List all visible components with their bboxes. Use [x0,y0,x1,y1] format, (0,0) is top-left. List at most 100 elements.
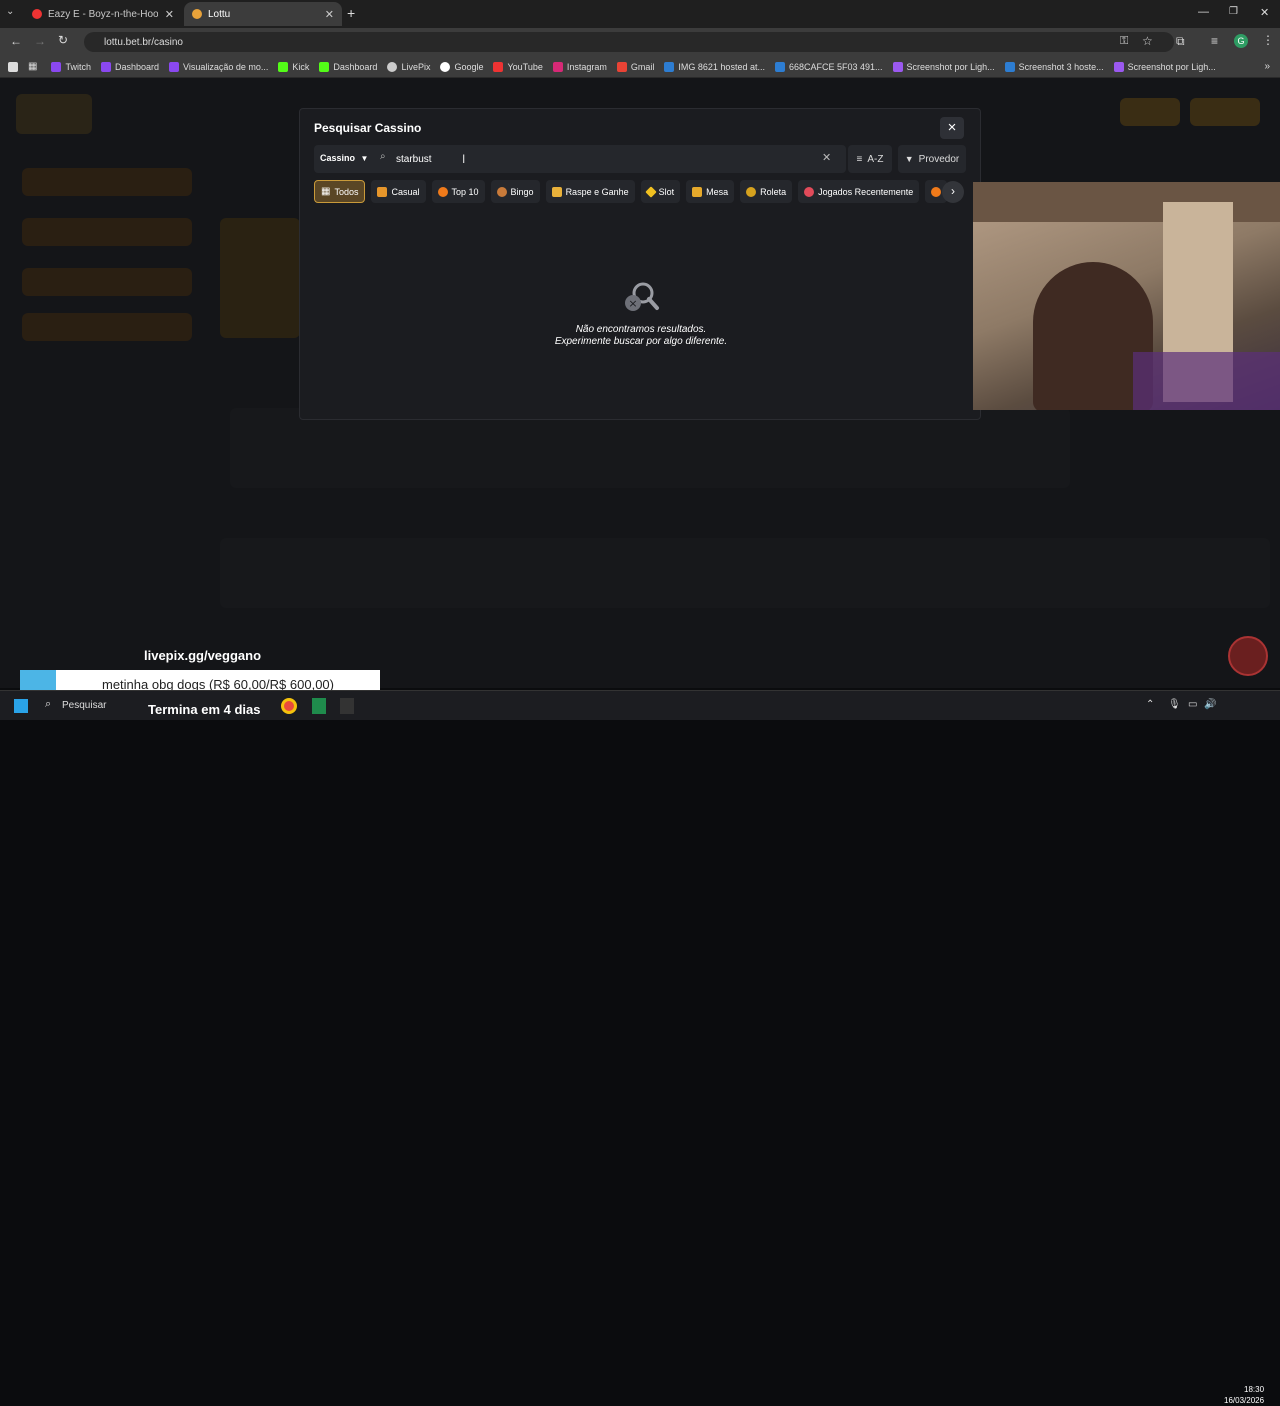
bookmark-label: Kick [292,61,310,72]
chip-raspe-e-ganhe[interactable]: Raspe e Ganhe [545,180,635,203]
svg-text:×: × [628,297,637,310]
bookmark-star-icon[interactable]: ☆ [1142,34,1153,48]
forward-icon[interactable]: → [34,34,46,48]
category-select[interactable]: Cassino ▼ [320,153,368,163]
chip-roleta[interactable]: Roleta [740,180,793,203]
bookmark-kick-dashboard[interactable]: Dashboard [319,61,377,72]
bookmark-visualizacao[interactable]: Visualização de mo... [169,61,269,72]
chip-jogados-recentemente[interactable]: Jogados Recentemente [798,180,920,203]
close-modal-button[interactable]: × [940,117,964,139]
chip-slot[interactable]: Slot [640,180,681,203]
bookmark-668cafce[interactable]: 668CAFCE 5F03 491... [774,61,883,72]
bookmark-youtube[interactable]: YouTube [493,61,543,72]
restore-icon[interactable]: ❐ [1229,6,1238,17]
webcam-feed [973,182,1280,410]
tab-lottu[interactable]: Lottu ✕ [184,2,342,26]
microphone-icon[interactable]: 🎙 [1168,699,1181,710]
bookmark-google[interactable]: Google [440,61,484,72]
kick-taskbar-icon[interactable] [340,698,354,714]
tab-list-icon[interactable]: ⌄ [6,6,14,17]
bookmark-label: Visualização de mo... [183,61,269,72]
roulette-icon [746,186,757,197]
tab-youtube[interactable]: Eazy E - Boyz-n-the-Hood (Mu ✕ [24,2,182,26]
system-clock[interactable]: 18:30 16/03/2026 [1224,1384,1264,1406]
close-tab-icon[interactable]: ✕ [165,8,174,21]
network-icon[interactable]: ▭ [1188,699,1197,710]
chip-todos[interactable]: ▦ Todos [314,180,366,203]
close-window-icon[interactable]: ✕ [1260,6,1269,19]
livepix-handle: livepix.gg/veggano [144,648,262,663]
taskbar-search-icon[interactable]: ⌕ [45,698,51,711]
sort-label: A-Z [867,153,884,165]
windows-start-icon[interactable] [14,699,28,713]
bookmark-label: Google [454,61,484,72]
minimize-icon[interactable]: — [1198,6,1209,18]
lottu-chat-bubble[interactable] [1228,636,1268,676]
chrome-taskbar-icon[interactable] [281,698,297,714]
twitch-icon [169,61,179,72]
bookmark-twitch[interactable]: Twitch [51,61,91,72]
grid-icon[interactable]: ▦ [28,61,37,72]
promo-countdown-banner: Termina em 4 dias [148,702,261,717]
taskbar-search-label[interactable]: Pesquisar [62,700,106,711]
bookmarks-bar: ▦ Twitch Dashboard Visualização de mo...… [0,56,1280,78]
bookmark-label: Screenshot 3 hoste... [1018,61,1104,72]
chip-casual[interactable]: Casual [371,180,426,203]
chips-next-button[interactable]: › [942,181,964,203]
gmail-icon [616,61,627,72]
bookmark-dashboard[interactable]: Dashboard [100,61,159,72]
new-tab-button[interactable]: + [347,5,355,21]
bookmark-label: Twitch [65,61,91,72]
bookmark-label: Screenshot por Ligh... [906,61,995,72]
tray-chevron-icon[interactable]: ⌃ [1146,699,1154,710]
back-icon[interactable]: ← [10,34,22,48]
bookmark-screenshot-2[interactable]: Screenshot por Ligh... [1113,61,1216,72]
bookmark-kick[interactable]: Kick [278,61,310,72]
bookmark-label: IMG 8621 hosted at... [678,61,765,72]
chip-mesa[interactable]: Mesa [686,180,735,203]
banner [220,218,300,338]
imgbb-icon [1004,61,1015,72]
empty-line-1: Não encontramos resultados. [575,324,707,335]
menu-kebab-icon[interactable]: ⋮ [1262,33,1274,47]
reload-icon[interactable]: ↻ [58,33,68,47]
excel-taskbar-icon[interactable] [312,698,326,714]
bookmark-screenshot-3[interactable]: Screenshot 3 hoste... [1004,61,1104,72]
close-tab-icon[interactable]: ✕ [325,8,334,21]
chip-label: Jogados Recentemente [818,186,914,197]
bookmark-gmail[interactable]: Gmail [616,61,654,72]
volume-icon[interactable]: 🔊 [1204,699,1216,710]
browser-tab-bar: ⌄ Eazy E - Boyz-n-the-Hood (Mu ✕ Lottu ✕… [0,0,1280,28]
profile-avatar[interactable]: G [1234,34,1248,48]
category-select-label: Cassino [320,153,356,163]
fire-icon [931,186,942,197]
bookmark-instagram[interactable]: Instagram [552,61,607,72]
bookmark-livepix[interactable]: LivePix [387,61,430,72]
chip-top10[interactable]: Top 10 [431,180,485,203]
search-input[interactable] [396,151,816,167]
tab-title: Lottu [208,8,231,20]
empty-line-2: Experimente buscar por algo diferente. [554,336,728,347]
address-bar[interactable]: lottu.bet.br/casino [84,32,1174,52]
search-bar: Cassino ▼ ⌕ ✕ [314,145,846,173]
kick-icon [278,61,289,72]
chip-bingo[interactable]: Bingo [490,180,540,203]
reading-list-icon[interactable]: ≡ [1211,34,1218,48]
more-bookmarks-icon[interactable]: » [1264,61,1270,72]
modal-title: Pesquisar Cassino [314,121,422,135]
apps-icon[interactable] [8,61,18,72]
bookmark-img-8621[interactable]: IMG 8621 hosted at... [664,61,765,72]
clock-icon [804,186,815,197]
bookmark-screenshot-1[interactable]: Screenshot por Ligh... [892,61,995,72]
lightshot-icon [892,61,903,72]
empty-message: Não encontramos resultados. Experimente … [300,324,982,348]
sidebar-promo [22,218,192,246]
header-button [1120,98,1180,126]
extensions-icon[interactable]: ⧉ [1176,34,1185,49]
provider-filter-button[interactable]: ▼ Provedor [898,145,966,173]
clear-search-icon[interactable]: ✕ [822,151,831,164]
diamond-icon [644,185,657,198]
password-key-icon[interactable]: ⚿ [1120,35,1128,48]
sort-az-button[interactable]: ≡ A-Z [848,145,892,173]
twitch-icon [51,61,62,72]
